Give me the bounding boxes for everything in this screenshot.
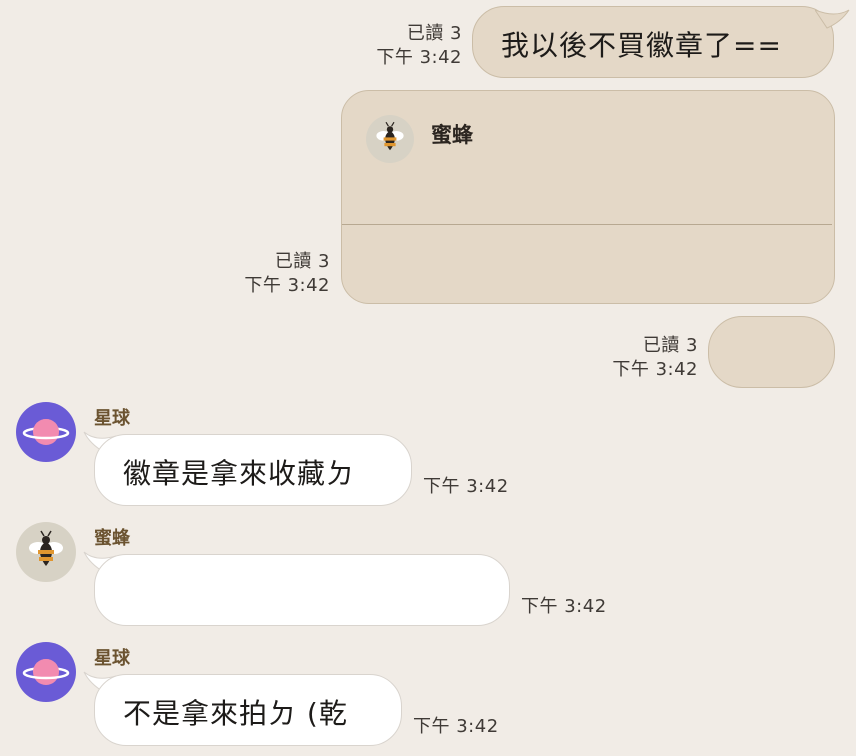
planet-icon [22,659,70,685]
message-time: 下午 3:42 [376,47,462,68]
contact-card-avatar [366,115,414,163]
message-time: 下午 3:42 [413,716,499,737]
message-time: 下午 3:42 [612,359,698,380]
sender-avatar[interactable] [16,642,76,702]
contact-card-bubble[interactable]: 蜜蜂 [341,90,835,304]
bubble-tail [815,9,850,29]
sender-avatar[interactable] [16,522,76,582]
incoming-message-bubble[interactable]: 不是拿來拍ㄉ (乾 [94,674,402,746]
outgoing-message-bubble[interactable]: 我以後不買徽章了== [472,6,834,78]
message-text: 徽章是拿來收藏ㄉ [123,457,356,490]
sender-avatar[interactable] [16,402,76,462]
message-time: 下午 3:42 [521,596,607,617]
read-receipt: 已讀 3 [274,251,330,272]
sender-name: 星球 [94,408,130,429]
outgoing-message-bubble[interactable] [708,316,835,388]
read-receipt: 已讀 3 [642,335,698,356]
contact-card-divider [342,224,832,225]
incoming-message-bubble[interactable] [94,554,510,626]
read-receipt: 已讀 3 [406,23,462,44]
incoming-message-bubble[interactable]: 徽章是拿來收藏ㄉ [94,434,412,506]
planet-icon [22,419,70,445]
message-time: 下午 3:42 [244,275,330,296]
message-time: 下午 3:42 [423,476,509,497]
sender-name: 星球 [94,648,130,669]
contact-card-name: 蜜蜂 [431,123,473,147]
message-text: 我以後不買徽章了== [501,29,782,62]
bee-icon [376,121,404,151]
sender-name: 蜜蜂 [94,528,130,549]
message-text: 不是拿來拍ㄉ (乾 [123,697,348,730]
bee-icon [29,530,63,566]
